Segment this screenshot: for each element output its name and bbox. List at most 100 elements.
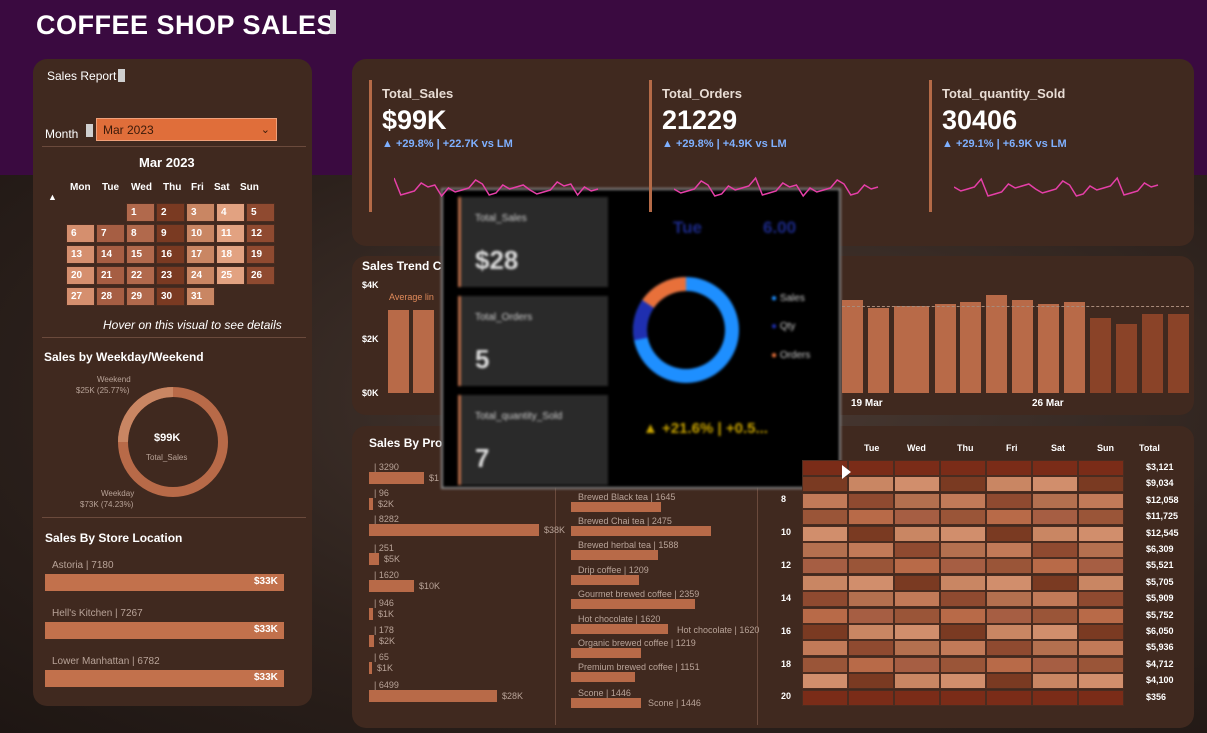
calendar-day[interactable]: 23 bbox=[156, 266, 185, 285]
heatmap-cell[interactable] bbox=[1032, 689, 1078, 706]
calendar-day[interactable]: 2 bbox=[156, 203, 185, 222]
heatmap-cell[interactable] bbox=[1078, 607, 1124, 624]
heatmap-cell[interactable] bbox=[894, 591, 940, 608]
heatmap-cell[interactable] bbox=[986, 574, 1032, 591]
store-bar[interactable] bbox=[45, 670, 284, 687]
heatmap-cell[interactable] bbox=[1078, 574, 1124, 591]
calendar-collapse-icon[interactable]: ▲ bbox=[48, 192, 57, 202]
heatmap-cell[interactable] bbox=[986, 476, 1032, 493]
trend-bar[interactable] bbox=[1168, 314, 1189, 393]
heatmap-cell[interactable] bbox=[940, 607, 986, 624]
trend-bar[interactable] bbox=[868, 308, 889, 393]
heatmap-cell[interactable] bbox=[1032, 591, 1078, 608]
trend-bar[interactable] bbox=[1090, 318, 1111, 393]
heatmap-cell[interactable] bbox=[940, 640, 986, 657]
heatmap-cell[interactable] bbox=[940, 460, 986, 476]
heatmap-cell[interactable] bbox=[1078, 525, 1124, 542]
heatmap-cell[interactable] bbox=[894, 509, 940, 526]
heatmap-cell[interactable] bbox=[986, 509, 1032, 526]
product-bar[interactable] bbox=[369, 662, 372, 674]
heatmap-cell[interactable] bbox=[986, 656, 1032, 673]
product-type-bar[interactable] bbox=[571, 575, 639, 585]
calendar-day[interactable]: 25 bbox=[216, 266, 245, 285]
heatmap-cell[interactable] bbox=[802, 656, 848, 673]
heatmap-cell[interactable] bbox=[1032, 542, 1078, 558]
product-type-bar[interactable] bbox=[571, 648, 641, 658]
product-type-bar[interactable] bbox=[571, 599, 695, 609]
calendar-day[interactable]: 31 bbox=[186, 287, 215, 306]
calendar-day[interactable]: 17 bbox=[186, 245, 215, 264]
product-bar[interactable] bbox=[369, 553, 379, 565]
heatmap-cell[interactable] bbox=[802, 673, 848, 690]
trend-bar[interactable] bbox=[388, 310, 409, 393]
heatmap-cell[interactable] bbox=[986, 673, 1032, 690]
heatmap-cell[interactable] bbox=[894, 525, 940, 542]
heatmap-cell[interactable] bbox=[986, 542, 1032, 558]
calendar-day[interactable]: 20 bbox=[66, 266, 95, 285]
calendar-day[interactable]: 24 bbox=[186, 266, 215, 285]
calendar-day[interactable]: 4 bbox=[216, 203, 245, 222]
calendar-day[interactable]: 21 bbox=[96, 266, 125, 285]
calendar-day[interactable]: 14 bbox=[96, 245, 125, 264]
heatmap-cell[interactable] bbox=[848, 574, 894, 591]
heatmap-cell[interactable] bbox=[1032, 673, 1078, 690]
heatmap-cell[interactable] bbox=[1078, 640, 1124, 657]
month-select[interactable]: Mar 2023 ⌄ bbox=[96, 118, 277, 141]
calendar-day[interactable]: 12 bbox=[246, 224, 275, 243]
heatmap-cell[interactable] bbox=[802, 525, 848, 542]
heatmap-cell[interactable] bbox=[1032, 640, 1078, 657]
heatmap-cell[interactable] bbox=[1078, 509, 1124, 526]
product-bar[interactable] bbox=[369, 524, 539, 536]
heatmap-cell[interactable] bbox=[940, 509, 986, 526]
calendar-day[interactable]: 16 bbox=[156, 245, 185, 264]
heatmap-cell[interactable] bbox=[1032, 558, 1078, 575]
heatmap-cell[interactable] bbox=[848, 525, 894, 542]
heatmap-cell[interactable] bbox=[894, 460, 940, 476]
heatmap-cell[interactable] bbox=[940, 492, 986, 509]
heatmap-cell[interactable] bbox=[894, 640, 940, 657]
calendar-day[interactable]: 3 bbox=[186, 203, 215, 222]
heatmap-cell[interactable] bbox=[894, 624, 940, 640]
heatmap-cell[interactable] bbox=[986, 460, 1032, 476]
heatmap-cell[interactable] bbox=[802, 607, 848, 624]
heatmap-cell[interactable] bbox=[940, 689, 986, 706]
heatmap-cell[interactable] bbox=[1078, 673, 1124, 690]
calendar-day[interactable]: 9 bbox=[156, 224, 185, 243]
heatmap-cell[interactable] bbox=[848, 509, 894, 526]
heatmap-cell[interactable] bbox=[940, 542, 986, 558]
calendar-day[interactable]: 30 bbox=[156, 287, 185, 306]
product-bar[interactable] bbox=[369, 580, 414, 592]
heatmap-cell[interactable] bbox=[1078, 558, 1124, 575]
heatmap-cell[interactable] bbox=[1078, 542, 1124, 558]
heatmap-cell[interactable] bbox=[986, 640, 1032, 657]
heatmap-cell[interactable] bbox=[940, 476, 986, 493]
product-bar[interactable] bbox=[369, 472, 424, 484]
product-bar[interactable] bbox=[369, 608, 373, 620]
heatmap-cell[interactable] bbox=[986, 558, 1032, 575]
calendar-day[interactable]: 13 bbox=[66, 245, 95, 264]
heatmap-cell[interactable] bbox=[1032, 460, 1078, 476]
heatmap-cell[interactable] bbox=[1032, 624, 1078, 640]
heatmap-cell[interactable] bbox=[848, 640, 894, 657]
calendar-day[interactable]: 27 bbox=[66, 287, 95, 306]
store-bar[interactable] bbox=[45, 622, 284, 639]
heatmap-cell[interactable] bbox=[1032, 656, 1078, 673]
heatmap-cell[interactable] bbox=[894, 607, 940, 624]
trend-bar[interactable] bbox=[1064, 302, 1085, 393]
heatmap-cell[interactable] bbox=[940, 558, 986, 575]
heatmap-cell[interactable] bbox=[986, 492, 1032, 509]
heatmap-cell[interactable] bbox=[894, 689, 940, 706]
calendar-day[interactable]: 28 bbox=[96, 287, 125, 306]
heatmap-cell[interactable] bbox=[848, 476, 894, 493]
trend-bar[interactable] bbox=[1012, 300, 1033, 393]
heatmap-cell[interactable] bbox=[848, 591, 894, 608]
heatmap-cell[interactable] bbox=[802, 509, 848, 526]
heatmap-cell[interactable] bbox=[848, 689, 894, 706]
heatmap-cell[interactable] bbox=[940, 673, 986, 690]
calendar-day[interactable]: 15 bbox=[126, 245, 155, 264]
heatmap-cell[interactable] bbox=[848, 542, 894, 558]
calendar-day[interactable]: 29 bbox=[126, 287, 155, 306]
calendar-day[interactable]: 19 bbox=[246, 245, 275, 264]
heatmap-cell[interactable] bbox=[986, 624, 1032, 640]
heatmap-cell[interactable] bbox=[986, 525, 1032, 542]
